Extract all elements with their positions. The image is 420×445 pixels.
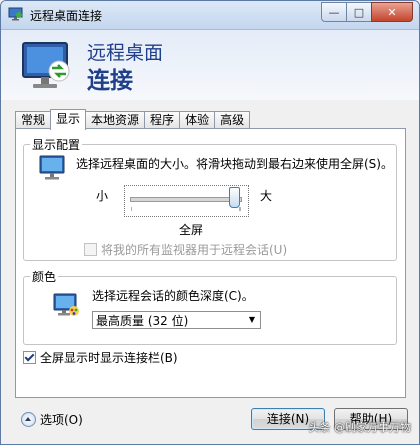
slider-track [130, 197, 242, 202]
slider-thumb[interactable] [229, 187, 240, 208]
display-monitor-icon [39, 155, 65, 180]
color-depth-description: 选择远程会话的颜色深度(C)。 [92, 289, 254, 303]
use-all-monitors-option: 将我的所有监视器用于远程会话(U) [84, 241, 287, 258]
chevron-down-icon[interactable]: ▼ [246, 312, 258, 328]
tab-general[interactable]: 常规 [15, 111, 52, 129]
display-config-legend: 显示配置 [30, 136, 83, 153]
display-tab-panel: 显示配置 选择远程桌面的大小。将滑块拖动到最右边来使用全屏(S)。 小 大 全屏 [15, 128, 406, 398]
tab-strip: 常规 显示 本地资源 程序 体验 高级 [15, 109, 251, 130]
tab-programs[interactable]: 程序 [144, 111, 181, 129]
options-label: 选项(O) [40, 413, 83, 427]
title-bar[interactable]: 远程桌面连接 — □ ✕ [1, 1, 419, 30]
minimize-button[interactable]: — [321, 2, 347, 22]
resolution-slider[interactable] [124, 185, 249, 217]
color-depth-selected: 最高质量 (32 位) [96, 314, 189, 328]
tab-display[interactable]: 显示 [50, 109, 87, 130]
close-button[interactable]: ✕ [371, 2, 413, 22]
slider-ticks [131, 207, 241, 211]
remote-desktop-app-icon [8, 7, 23, 21]
color-legend: 颜色 [30, 268, 59, 285]
display-size-description: 选择远程桌面的大小。将滑块拖动到最右边来使用全屏(S)。 [76, 157, 393, 171]
use-all-monitors-label: 将我的所有监视器用于远程会话(U) [101, 243, 288, 257]
tab-local-resources[interactable]: 本地资源 [85, 111, 146, 129]
window-title: 远程桌面连接 [30, 9, 103, 23]
slider-min-label: 小 [96, 189, 109, 203]
color-palette-monitor-icon [53, 293, 79, 316]
tab-experience[interactable]: 体验 [179, 111, 216, 129]
remote-desktop-monitor-icon [22, 42, 70, 88]
window-controls: — □ ✕ [321, 2, 413, 22]
options-toggle[interactable]: 选项(O) [21, 411, 83, 428]
tab-advanced[interactable]: 高级 [214, 111, 251, 129]
color-depth-select[interactable]: 最高质量 (32 位) ▼ [92, 311, 261, 329]
color-group: 颜色 选择远程会话的颜色深度(C)。 最高质量 (32 位) ▼ [23, 268, 397, 345]
maximize-button[interactable]: □ [346, 2, 372, 22]
slider-max-label: 大 [260, 189, 273, 203]
use-all-monitors-checkbox [84, 243, 97, 256]
show-connection-bar-option[interactable]: 全屏显示时显示连接栏(B) [23, 349, 178, 366]
slider-value-label: 全屏 [179, 223, 204, 237]
show-connection-bar-checkbox[interactable] [23, 351, 36, 364]
header-title-line2: 连接 [87, 68, 133, 94]
header-banner: 远程桌面 连接 [1, 30, 419, 100]
collapse-up-icon[interactable] [21, 412, 36, 427]
display-config-group: 显示配置 选择远程桌面的大小。将滑块拖动到最右边来使用全屏(S)。 小 大 全屏 [23, 136, 397, 261]
show-connection-bar-label: 全屏显示时显示连接栏(B) [40, 351, 178, 365]
rdp-window: 远程桌面连接 — □ ✕ 远程桌面 连接 常规 显示 本地资源 程序 体验 高级… [0, 0, 420, 445]
watermark-text: 头条 @刷家万事万物 [308, 421, 412, 434]
